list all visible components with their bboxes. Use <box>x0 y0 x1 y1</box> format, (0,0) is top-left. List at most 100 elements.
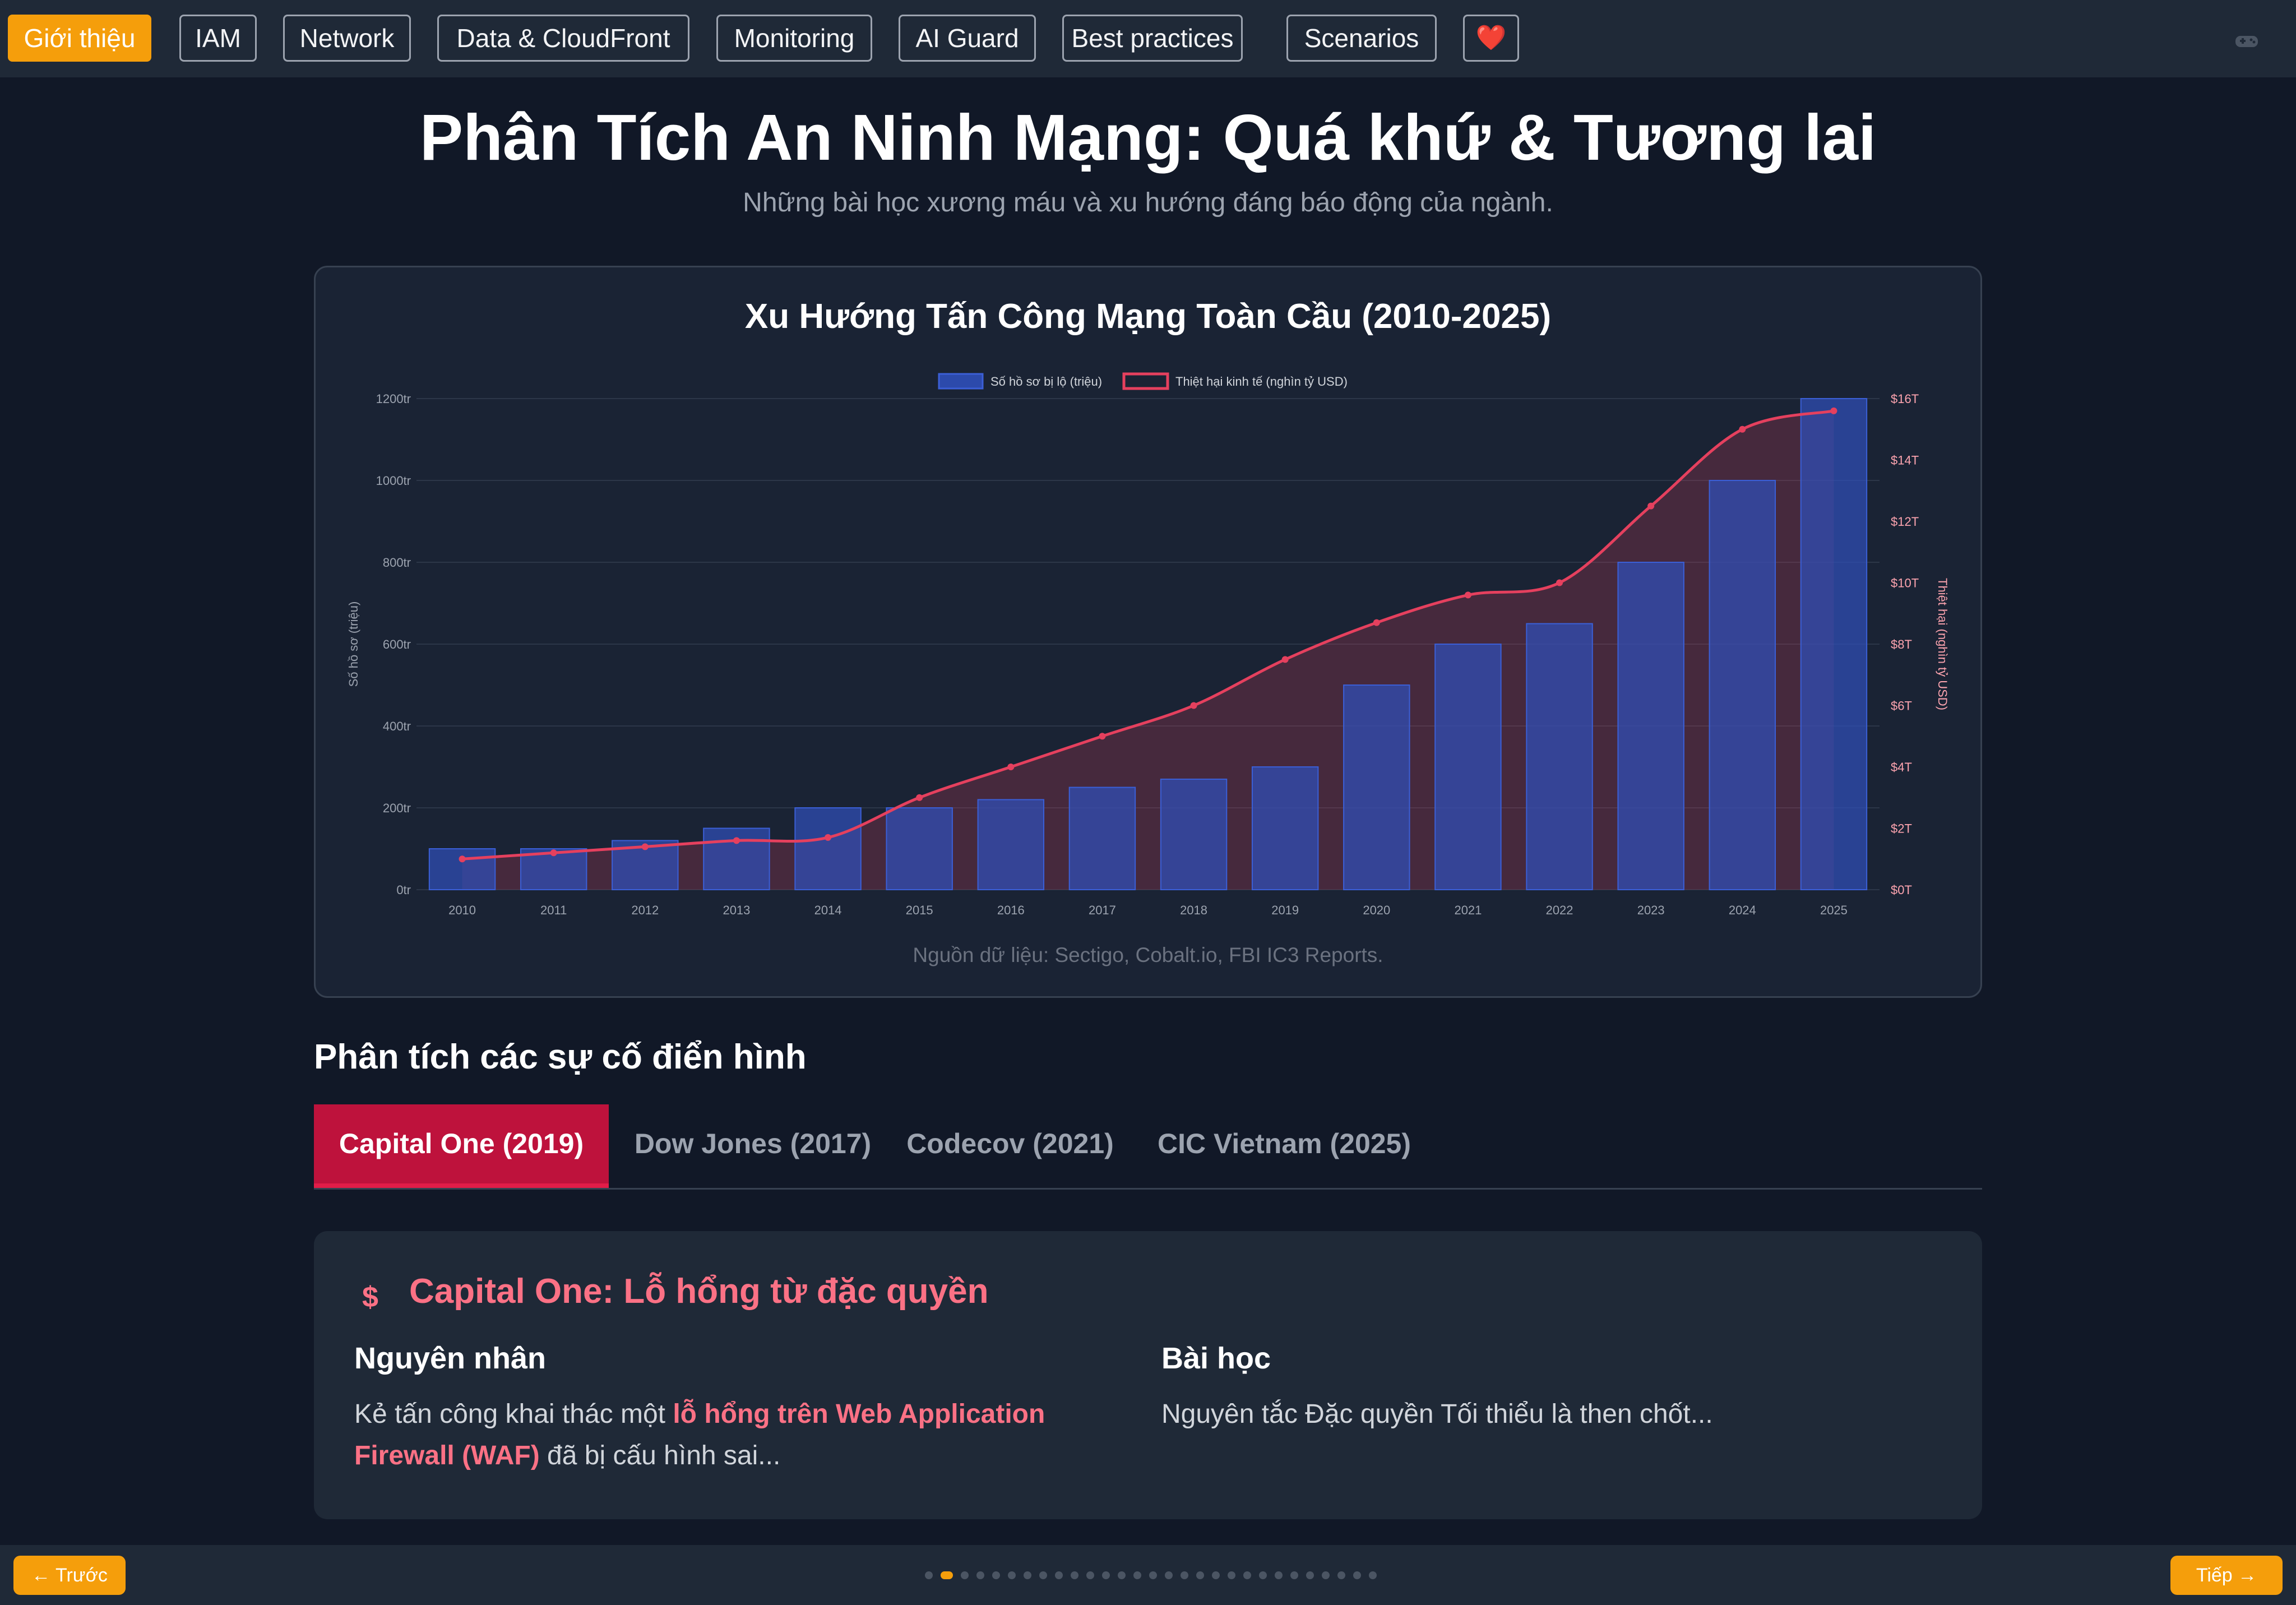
slide-dot[interactable] <box>992 1571 1000 1579</box>
legend-swatch-records <box>938 373 984 390</box>
bar-records-2021 <box>1434 644 1502 890</box>
slide-dot[interactable] <box>1275 1571 1283 1579</box>
slide-dot[interactable] <box>1196 1571 1204 1579</box>
tab-cic-vietnam[interactable]: CIC Vietnam (2025) <box>1141 1104 1427 1188</box>
slide-dot[interactable] <box>1008 1571 1016 1579</box>
x-tick-label: 2013 <box>723 903 750 917</box>
nav-tab-network[interactable]: Network <box>283 15 411 62</box>
legend-label-records: Số hồ sơ bị lộ (triệu) <box>990 374 1102 388</box>
slide-dot[interactable] <box>1149 1571 1157 1579</box>
slide-dot[interactable] <box>1024 1571 1031 1579</box>
slide-dot[interactable] <box>1290 1571 1298 1579</box>
slide-dot[interactable] <box>1243 1571 1251 1579</box>
x-tick-label: 2018 <box>1180 903 1207 917</box>
slide-dot[interactable] <box>1337 1571 1345 1579</box>
x-tick-label: 2023 <box>1637 903 1665 917</box>
nav-tab-iam[interactable]: IAM <box>179 15 257 62</box>
y2-axis-title: Thiệt hại (nghìn tỷ USD) <box>1936 578 1950 710</box>
bar-records-2024 <box>1709 480 1776 890</box>
y2-tick-label: $12T <box>1891 515 1919 529</box>
x-tick-label: 2015 <box>906 903 933 917</box>
y2-tick-label: $2T <box>1891 822 1912 836</box>
y-tick-label: 1200tr <box>376 392 411 406</box>
damage-point-2020 <box>1373 619 1380 626</box>
bar-records-2016 <box>977 799 1045 891</box>
slide-dot[interactable] <box>941 1571 953 1579</box>
nav-tab-ai-guard[interactable]: AI Guard <box>899 15 1036 62</box>
bar-records-2017 <box>1068 787 1136 890</box>
nav-tab-scenarios[interactable]: Scenarios <box>1286 15 1437 62</box>
cause-text: Kẻ tấn công khai thác một lỗ hổng trên W… <box>354 1394 1128 1477</box>
x-tick-label: 2019 <box>1271 903 1299 917</box>
next-button[interactable]: Tiếp → <box>2170 1556 2283 1595</box>
lesson-text: Nguyên tắc Đặc quyền Tối thiểu là then c… <box>1161 1399 1713 1429</box>
damage-point-2012 <box>641 843 649 850</box>
legend-label-damage: Thiệt hại kinh tế (nghìn tỷ USD) <box>1175 374 1348 388</box>
slide-dot[interactable] <box>1353 1571 1361 1579</box>
slide-dot[interactable] <box>1086 1571 1094 1579</box>
nav-tab-best-practices[interactable]: Best practices <box>1062 15 1243 62</box>
slide-dot[interactable] <box>1322 1571 1330 1579</box>
slide-dot[interactable] <box>1118 1571 1126 1579</box>
y2-tick-label: $4T <box>1891 760 1912 774</box>
slide-dot[interactable] <box>1039 1571 1047 1579</box>
page-subtitle: Những bài học xương máu và xu hướng đáng… <box>743 188 1553 218</box>
gamepad-icon[interactable] <box>2234 33 2259 49</box>
y-tick-label: 1000tr <box>376 474 411 488</box>
bar-records-2014 <box>794 807 862 890</box>
x-tick-label: 2022 <box>1546 903 1573 917</box>
tab-capital-one[interactable]: Capital One (2019) <box>314 1104 609 1188</box>
y-tick-label: 800tr <box>383 556 411 570</box>
slide-dot[interactable] <box>1165 1571 1173 1579</box>
slide-dot[interactable] <box>1306 1571 1314 1579</box>
page-title: Phân Tích An Ninh Mạng: Quá khứ & Tương … <box>419 101 1877 174</box>
tab-dow-jones[interactable]: Dow Jones (2017) <box>628 1104 878 1188</box>
dollar-icon: $ <box>362 1281 378 1313</box>
cause-text-post: đã bị cấu hình sai... <box>539 1441 781 1470</box>
slide-dot[interactable] <box>925 1571 933 1579</box>
heart-icon[interactable]: ❤️ <box>1463 15 1519 62</box>
slide-dot[interactable] <box>1369 1571 1377 1579</box>
nav-tab-gioi-thieu[interactable]: Giới thiệu <box>8 15 151 62</box>
x-tick-label: 2017 <box>1089 903 1116 917</box>
damage-point-2021 <box>1464 591 1471 599</box>
damage-point-2010 <box>459 855 466 863</box>
y2-tick-label: $14T <box>1891 454 1919 468</box>
y-axis-title: Số hồ sơ (triệu) <box>346 602 360 687</box>
y-tick-label: 0tr <box>396 883 411 897</box>
nav-tab-data-cloudfront[interactable]: Data & CloudFront <box>437 15 689 62</box>
slide-dot[interactable] <box>1181 1571 1188 1579</box>
slide-dot[interactable] <box>1133 1571 1141 1579</box>
bar-records-2023 <box>1617 562 1684 890</box>
y-tick-label: 400tr <box>383 719 411 733</box>
chart-source: Nguồn dữ liệu: Sectigo, Cobalt.io, FBI I… <box>913 943 1383 966</box>
damage-point-2016 <box>1007 764 1015 770</box>
slide-dot[interactable] <box>1102 1571 1110 1579</box>
slide-dot[interactable] <box>1055 1571 1063 1579</box>
bar-records-2018 <box>1160 778 1228 891</box>
x-tick-label: 2025 <box>1820 903 1848 917</box>
slide-dot[interactable] <box>976 1571 984 1579</box>
slide-dot[interactable] <box>1259 1571 1267 1579</box>
top-navigation: Giới thiệu IAM Network Data & CloudFront… <box>0 0 2296 77</box>
bar-records-2022 <box>1526 623 1593 890</box>
bar-records-2015 <box>886 807 953 890</box>
lesson-heading: Bài học <box>1161 1342 1271 1375</box>
y2-tick-label: $0T <box>1891 883 1912 897</box>
nav-tab-monitoring[interactable]: Monitoring <box>716 15 872 62</box>
damage-point-2017 <box>1099 733 1106 740</box>
slide-dot[interactable] <box>1212 1571 1220 1579</box>
x-tick-label: 2016 <box>997 903 1025 917</box>
y2-tick-label: $16T <box>1891 392 1919 406</box>
damage-point-2014 <box>825 834 832 841</box>
damage-point-2015 <box>916 794 923 801</box>
damage-point-2013 <box>733 837 740 844</box>
cause-text-pre: Kẻ tấn công khai thác một <box>354 1399 673 1429</box>
tab-codecov[interactable]: Codecov (2021) <box>897 1104 1123 1188</box>
prev-button[interactable]: ← Trước <box>13 1556 126 1595</box>
y2-tick-label: $10T <box>1891 576 1919 590</box>
slide-dot[interactable] <box>1071 1571 1078 1579</box>
damage-point-2018 <box>1190 702 1197 709</box>
slide-dot[interactable] <box>961 1571 969 1579</box>
slide-dot[interactable] <box>1228 1571 1235 1579</box>
